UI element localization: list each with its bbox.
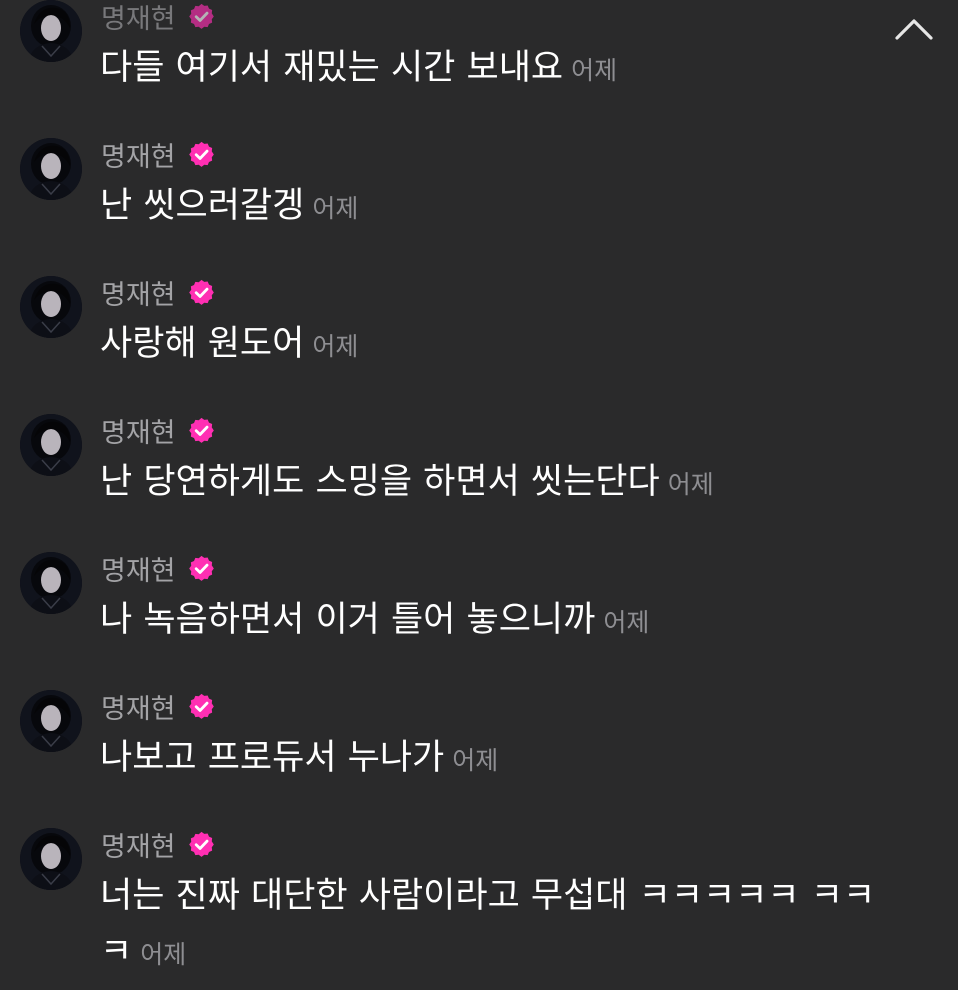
message-body: 사랑해 원도어 어제: [100, 316, 900, 375]
message-body: 다들 여기서 재밌는 시간 보내요 어제: [100, 40, 900, 99]
avatar-image: [20, 138, 82, 200]
message-timestamp: 어제: [603, 608, 650, 637]
chat-feed: 명재현 다들 여기서 재밌는 시간 보내요 어제 명재현 난 씻으러갈겡 어제 …: [0, 0, 958, 990]
message-timestamp: 어제: [571, 56, 618, 85]
avatar-image: [20, 414, 82, 476]
author-name[interactable]: 명재현: [101, 825, 176, 864]
author-row: 명재현: [101, 134, 216, 174]
avatar[interactable]: [20, 414, 82, 476]
collapse-button[interactable]: [894, 14, 934, 44]
message-text: 난 씻으러갈겡: [100, 186, 305, 226]
avatar[interactable]: [20, 138, 82, 200]
message-body: 나보고 프로듀서 누나가 어제: [100, 730, 900, 789]
author-row: 명재현: [101, 686, 216, 726]
avatar[interactable]: [20, 552, 82, 614]
message-text: 너는 진짜 대단한 사람이라고 무섭대 ㅋㅋㅋㅋㅋ ㅋㅋㅋ: [100, 876, 876, 972]
message-timestamp: 어제: [452, 746, 499, 775]
avatar-image: [20, 690, 82, 752]
author-name[interactable]: 명재현: [101, 0, 176, 36]
avatar-image: [20, 828, 82, 890]
chevron-up-icon: [895, 19, 933, 40]
author-row: 명재현: [101, 824, 216, 864]
avatar[interactable]: [20, 276, 82, 338]
message-body: 너는 진짜 대단한 사람이라고 무섭대 ㅋㅋㅋㅋㅋ ㅋㅋㅋ 어제: [100, 868, 880, 983]
message-text: 난 당연하게도 스밍을 하면서 씻는단다: [100, 462, 660, 502]
verified-badge-icon: [187, 2, 216, 31]
message-body: 나 녹음하면서 이거 틀어 놓으니까 어제: [100, 592, 900, 651]
author-row: 명재현: [101, 548, 216, 588]
message-body: 난 씻으러갈겡 어제: [100, 178, 900, 237]
message-text: 다들 여기서 재밌는 시간 보내요: [100, 48, 564, 88]
author-name[interactable]: 명재현: [101, 135, 176, 174]
author-name[interactable]: 명재현: [101, 273, 176, 312]
author-name[interactable]: 명재현: [101, 687, 176, 726]
avatar[interactable]: [20, 828, 82, 890]
author-row: 명재현: [101, 272, 216, 312]
author-name[interactable]: 명재현: [101, 549, 176, 588]
message-timestamp: 어제: [312, 332, 359, 361]
message-body: 난 당연하게도 스밍을 하면서 씻는단다 어제: [100, 454, 900, 513]
author-name[interactable]: 명재현: [101, 411, 176, 450]
verified-badge-icon: [187, 692, 216, 721]
avatar-image: [20, 552, 82, 614]
avatar-image: [20, 0, 82, 62]
verified-badge-icon: [187, 830, 216, 859]
message-timestamp: 어제: [312, 194, 359, 223]
avatar[interactable]: [20, 690, 82, 752]
author-row: 명재현: [101, 0, 216, 36]
message-timestamp: 어제: [140, 940, 187, 969]
message-text: 나 녹음하면서 이거 틀어 놓으니까: [100, 600, 596, 640]
author-row: 명재현: [101, 410, 216, 450]
avatar[interactable]: [20, 0, 82, 62]
verified-badge-icon: [187, 278, 216, 307]
verified-badge-icon: [187, 140, 216, 169]
avatar-image: [20, 276, 82, 338]
message-text: 사랑해 원도어: [100, 324, 305, 364]
message-timestamp: 어제: [667, 470, 714, 499]
verified-badge-icon: [187, 416, 216, 445]
message-text: 나보고 프로듀서 누나가: [100, 738, 445, 778]
verified-badge-icon: [187, 554, 216, 583]
